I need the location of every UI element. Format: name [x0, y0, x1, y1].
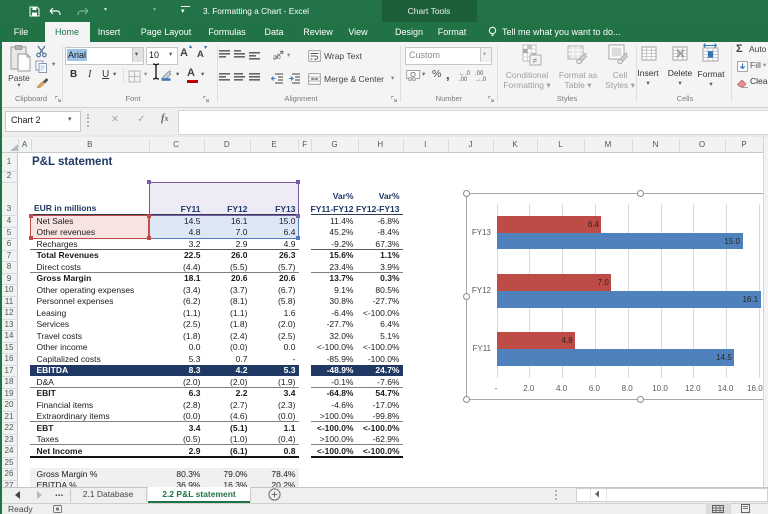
- svg-text:≠: ≠: [533, 56, 538, 66]
- svg-text:ab: ab: [273, 54, 281, 61]
